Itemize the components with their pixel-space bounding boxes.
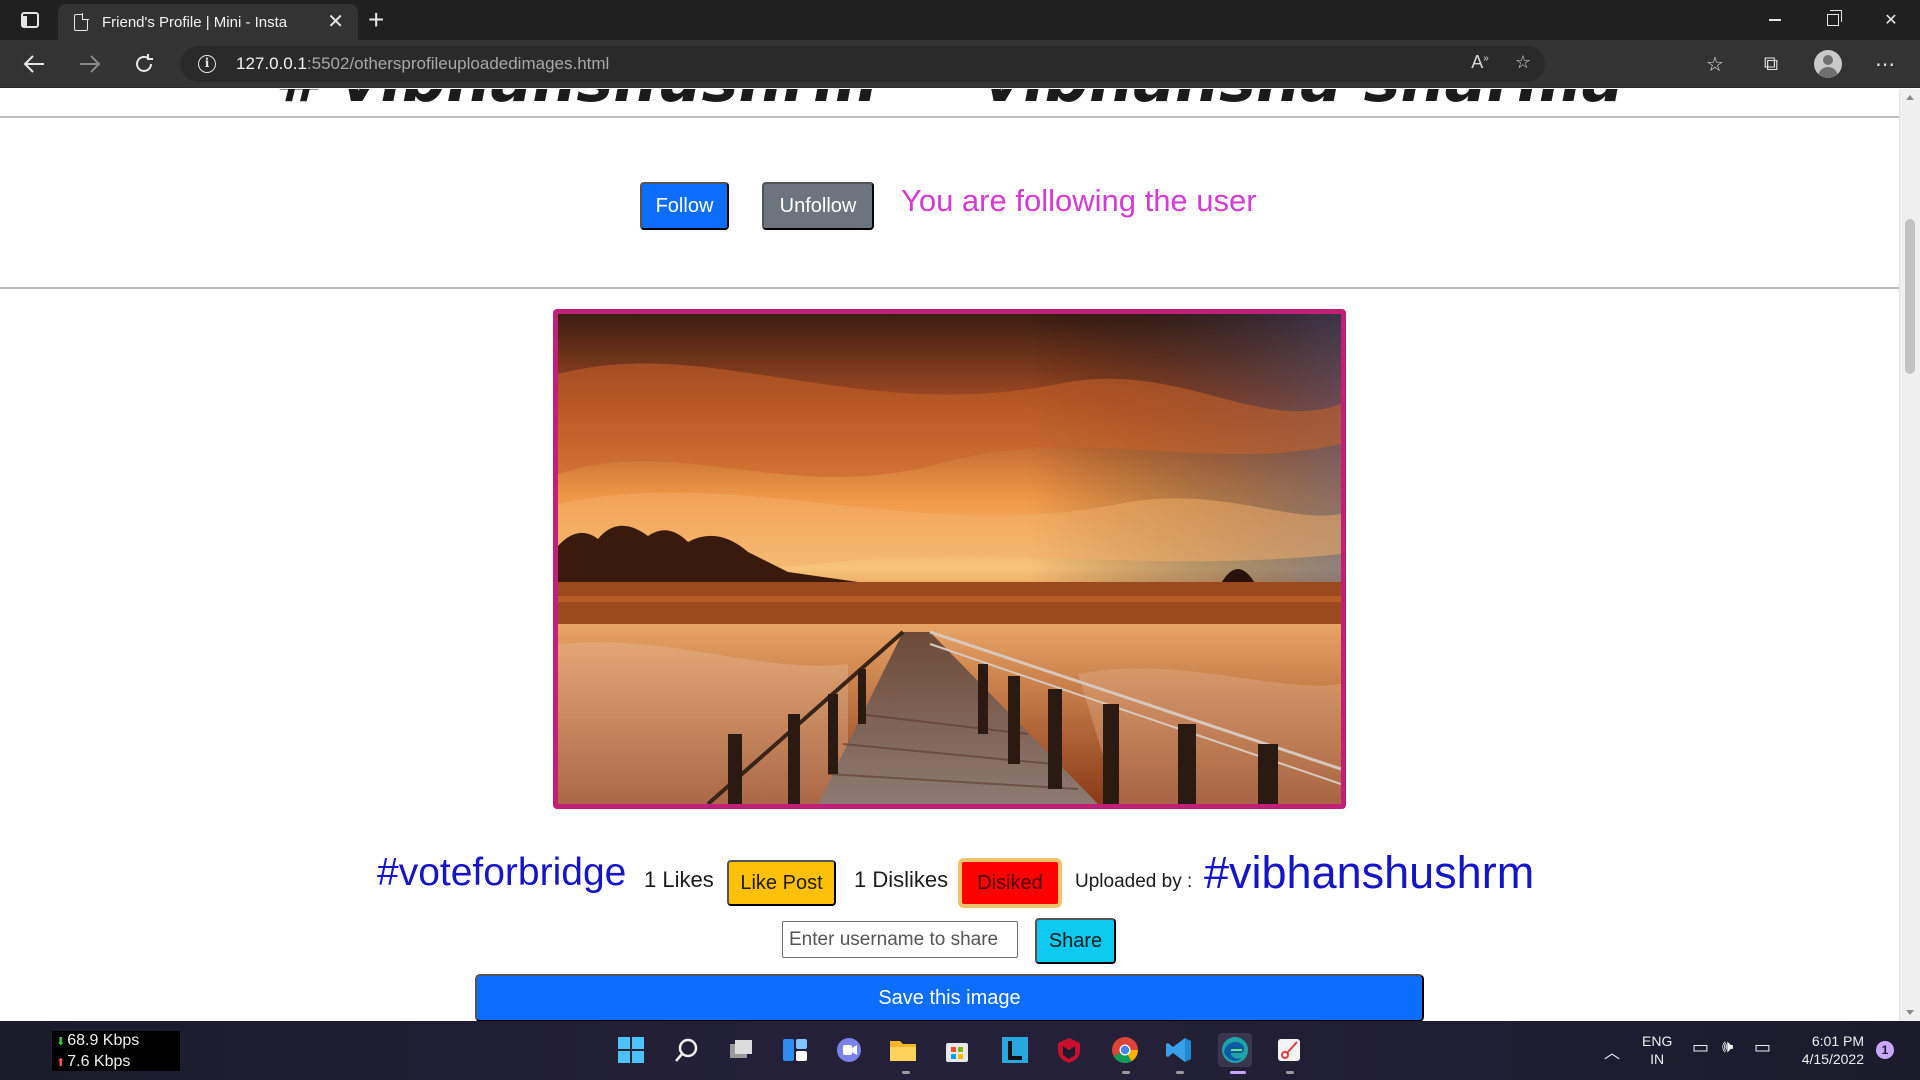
network-icon[interactable]: ▭ <box>1692 1037 1709 1058</box>
uploader-username[interactable]: #vibhanshushrm <box>1204 847 1534 899</box>
teams-chat-icon[interactable] <box>832 1033 866 1067</box>
tab-title: Friend's Profile | Mini - Insta <box>102 13 288 31</box>
start-icon[interactable] <box>614 1033 648 1067</box>
address-bar[interactable]: i 127.0.0.1:5502/othersprofileuploadedim… <box>180 46 1545 82</box>
profile-avatar[interactable] <box>1814 50 1842 78</box>
window-controls: ✕ <box>1746 0 1920 40</box>
close-tab-icon[interactable]: ✕ <box>327 12 344 32</box>
notification-badge[interactable]: 1 <box>1876 1041 1894 1059</box>
like-post-button[interactable]: Like Post <box>727 860 836 906</box>
volume-icon[interactable]: 🕪 <box>1722 1036 1733 1057</box>
snipping-tool-icon[interactable] <box>1272 1033 1306 1067</box>
upload-arrow-icon: ⬆ <box>56 1057 66 1069</box>
battery-icon[interactable]: ▭ <box>1754 1037 1771 1058</box>
network-monitor: ⬇ 68.9 Kbps ⬆ 7.6 Kbps <box>52 1031 180 1071</box>
dislikes-count: 1 Dislikes <box>854 867 949 892</box>
profile-heading: # vibhanshushrm — vibhansha sharma <box>0 89 1899 116</box>
vscode-icon[interactable] <box>1162 1033 1196 1067</box>
page-scrollbar[interactable] <box>1899 89 1920 1021</box>
uploaded-by-label: Uploaded by : <box>1075 871 1193 892</box>
new-tab-icon[interactable]: + <box>368 4 384 36</box>
uploaded-photo <box>553 309 1346 809</box>
post-hashtag[interactable]: #voteforbridge <box>377 851 626 895</box>
save-image-button[interactable]: Save this image <box>475 974 1424 1021</box>
scrollbar-thumb[interactable] <box>1905 219 1915 374</box>
share-button[interactable]: Share <box>1035 918 1116 964</box>
restore-icon[interactable] <box>1804 0 1862 40</box>
divider <box>0 116 1899 118</box>
url-text[interactable]: 127.0.0.1:5502/othersprofileuploadedimag… <box>236 54 609 74</box>
widgets-icon[interactable] <box>778 1033 812 1067</box>
mcafee-icon[interactable] <box>1052 1033 1086 1067</box>
l-app-icon[interactable] <box>998 1033 1032 1067</box>
favorites-icon[interactable]: ☆ <box>1700 50 1730 78</box>
scroll-down-icon[interactable] <box>1906 1010 1914 1015</box>
forward-arrow-icon[interactable] <box>72 48 108 80</box>
unfollow-button[interactable]: Unfollow <box>762 182 874 230</box>
file-explorer-icon[interactable] <box>886 1033 920 1067</box>
read-aloud-icon[interactable]: A» <box>1471 52 1489 73</box>
download-arrow-icon: ⬇ <box>56 1036 66 1048</box>
more-menu-icon[interactable]: ⋯ <box>1870 50 1900 78</box>
store-icon[interactable] <box>940 1033 974 1067</box>
likes-count: 1 Likes <box>644 867 714 892</box>
page-viewport: # vibhanshushrm — vibhansha sharma Follo… <box>0 89 1899 1021</box>
minimize-icon[interactable] <box>1746 0 1804 40</box>
clock[interactable]: 6:01 PM 4/15/2022 <box>1794 1032 1864 1068</box>
dislike-button[interactable]: Disiked <box>958 858 1062 908</box>
address-toolbar: i 127.0.0.1:5502/othersprofileuploadedim… <box>0 40 1920 88</box>
edge-icon[interactable] <box>1218 1033 1252 1067</box>
show-hidden-icons[interactable]: ︿ <box>1604 1039 1620 1063</box>
follow-status-text: You are following the user <box>901 183 1257 218</box>
collections-icon[interactable]: ⧉ <box>1756 50 1786 78</box>
browser-tab[interactable]: Friend's Profile | Mini - Insta ✕ <box>58 4 358 40</box>
add-favorite-icon[interactable]: ☆ <box>1515 52 1531 73</box>
scroll-up-icon[interactable] <box>1906 95 1914 100</box>
divider <box>0 287 1899 289</box>
follow-button[interactable]: Follow <box>640 182 729 230</box>
back-arrow-icon[interactable] <box>16 48 52 80</box>
page-document-icon <box>74 12 89 31</box>
language-indicator[interactable]: ENG IN <box>1642 1032 1672 1068</box>
site-info-icon[interactable]: i <box>198 55 216 73</box>
tab-actions-icon[interactable] <box>16 8 44 32</box>
search-icon[interactable] <box>670 1033 704 1067</box>
refresh-icon[interactable] <box>126 48 162 80</box>
browser-tab-bar: Friend's Profile | Mini - Insta ✕ + ✕ <box>0 0 1920 40</box>
chrome-icon[interactable] <box>1108 1033 1142 1067</box>
windows-taskbar: ⬇ 68.9 Kbps ⬆ 7.6 Kbps ︿ ENG IN ▭ 🕪 ▭ 6:… <box>0 1021 1920 1080</box>
close-window-icon[interactable]: ✕ <box>1862 0 1920 40</box>
task-view-icon[interactable] <box>724 1033 758 1067</box>
share-username-input[interactable] <box>782 921 1018 958</box>
